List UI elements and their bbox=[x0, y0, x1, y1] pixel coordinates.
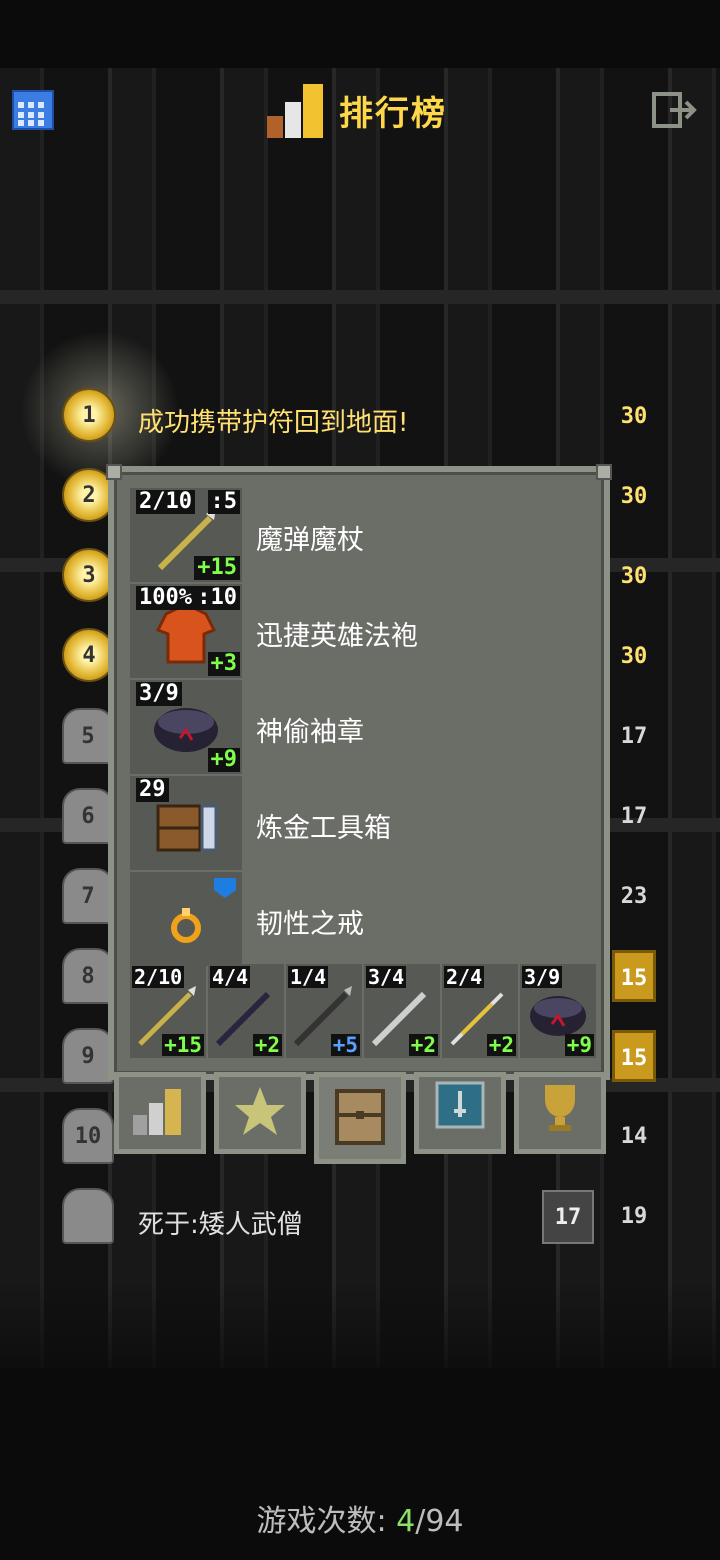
equipment-row-misc[interactable]: 29 炼金工具箱 bbox=[130, 776, 590, 870]
rank-badge-10[interactable]: 10 bbox=[62, 1108, 114, 1164]
quickslot-bonus: +2 bbox=[486, 1033, 516, 1057]
armband-icon[interactable]: 3/9 +9 bbox=[130, 680, 242, 774]
quickslot-bonus: +9 bbox=[564, 1033, 594, 1057]
equipment-row-armor[interactable]: 100% :10 +3 迅捷英雄法袍 bbox=[130, 584, 590, 678]
slot-strength: :10 bbox=[194, 586, 240, 610]
entry-description[interactable]: 成功携带护符回到地面! bbox=[138, 402, 408, 439]
calendar-icon[interactable] bbox=[12, 90, 54, 130]
trophy-tab-icon[interactable] bbox=[514, 1072, 606, 1154]
challenges-tab-icon[interactable] bbox=[414, 1072, 506, 1154]
level-label: 17 bbox=[620, 724, 648, 749]
rankings-icon bbox=[265, 82, 325, 138]
panel-corner bbox=[596, 464, 612, 480]
robe-icon[interactable]: 100% :10 +3 bbox=[130, 584, 242, 678]
quickslot-bonus: +2 bbox=[252, 1033, 282, 1057]
quickslot-armband-icon[interactable]: 3/9 +9 bbox=[520, 964, 596, 1058]
games-played-label: 游戏次数: bbox=[256, 1504, 387, 1539]
quickslot-wand-icon[interactable]: 3/4 +2 bbox=[364, 964, 440, 1058]
ring-icon[interactable] bbox=[130, 872, 242, 966]
level-label: 30 bbox=[620, 404, 648, 429]
level-label: 17 bbox=[620, 804, 648, 829]
quickslot-charges: 2/10 bbox=[132, 965, 185, 989]
panel-corner bbox=[106, 464, 122, 480]
level-label: 23 bbox=[620, 884, 648, 909]
quickslot-charges: 3/4 bbox=[366, 965, 407, 989]
slot-strength: :5 bbox=[207, 490, 240, 514]
games-played-counter: 游戏次数: 4/94 bbox=[0, 1496, 720, 1540]
quickslot-charges: 3/9 bbox=[522, 965, 563, 989]
quickslot-bar: 2/10 +15 4/4 +2 1/4 +5 3/4 +2 2/4 +2 3/9… bbox=[130, 964, 596, 1062]
games-played-current: 4 bbox=[396, 1504, 416, 1539]
quickslot-charges: 1/4 bbox=[288, 965, 329, 989]
level-label: 30 bbox=[620, 564, 648, 589]
item-name: 韧性之戒 bbox=[256, 909, 364, 940]
item-name: 炼金工具箱 bbox=[256, 813, 391, 844]
level-label: 30 bbox=[620, 484, 648, 509]
quickslot-bonus: +15 bbox=[162, 1033, 204, 1057]
badges-tab-icon[interactable] bbox=[214, 1072, 306, 1154]
quickslot-wand-icon[interactable]: 2/10 +15 bbox=[130, 964, 206, 1058]
equipment-row-ring[interactable]: 韧性之戒 bbox=[130, 872, 590, 966]
slot-bonus: +9 bbox=[207, 748, 240, 772]
exit-icon[interactable] bbox=[652, 90, 700, 130]
rank-badge-1[interactable]: 1 bbox=[62, 388, 116, 442]
rank-badge-6[interactable]: 6 bbox=[62, 788, 114, 844]
item-name: 魔弹魔杖 bbox=[256, 525, 364, 556]
level-badge: 15 bbox=[612, 1030, 656, 1082]
rank-badge-9[interactable]: 9 bbox=[62, 1028, 114, 1084]
level-label: 30 bbox=[620, 644, 648, 669]
quickslot-wand-icon[interactable]: 4/4 +2 bbox=[208, 964, 284, 1058]
depth-badge: 17 bbox=[542, 1190, 594, 1244]
header: 排行榜 bbox=[265, 80, 447, 140]
equipment-row-artifact[interactable]: 3/9 +9 神偷袖章 bbox=[130, 680, 590, 774]
level-label: 19 bbox=[620, 1204, 648, 1229]
equipment-row-weapon[interactable]: 2/10 :5 +15 魔弹魔杖 bbox=[130, 488, 590, 582]
entry-description[interactable]: 死于:矮人武僧 bbox=[138, 1204, 303, 1241]
slot-bonus: +3 bbox=[207, 652, 240, 676]
rank-badge-7[interactable]: 7 bbox=[62, 868, 114, 924]
quickslot-bonus: +5 bbox=[330, 1033, 360, 1057]
quickslot-wand-icon[interactable]: 2/4 +2 bbox=[442, 964, 518, 1058]
quickslot-wand-icon[interactable]: 1/4 +5 bbox=[286, 964, 362, 1058]
item-name: 迅捷英雄法袍 bbox=[256, 621, 418, 652]
slot-charges: 29 bbox=[136, 778, 169, 802]
slot-charges: 2/10 bbox=[136, 490, 195, 514]
slot-durability: 100% bbox=[136, 586, 195, 610]
item-name: 神偷袖章 bbox=[256, 717, 364, 748]
quickslot-charges: 4/4 bbox=[210, 965, 251, 989]
alchemy-kit-icon[interactable]: 29 bbox=[130, 776, 242, 870]
games-played-total: /94 bbox=[415, 1504, 464, 1539]
page-title: 排行榜 bbox=[339, 93, 447, 134]
panel-tabs bbox=[110, 1072, 610, 1164]
quickslot-charges: 2/4 bbox=[444, 965, 485, 989]
level-badge: 15 bbox=[612, 950, 656, 1002]
slot-bonus: +15 bbox=[194, 556, 240, 580]
stats-tab-icon[interactable] bbox=[114, 1072, 206, 1154]
rank-badge-5[interactable]: 5 bbox=[62, 708, 114, 764]
quickslot-bonus: +2 bbox=[408, 1033, 438, 1057]
slot-charges: 3/9 bbox=[136, 682, 182, 706]
items-tab-icon[interactable] bbox=[314, 1072, 406, 1164]
tombstone-icon[interactable] bbox=[62, 1188, 114, 1244]
level-label: 14 bbox=[620, 1124, 648, 1149]
rank-badge-8[interactable]: 8 bbox=[62, 948, 114, 1004]
wand-icon[interactable]: 2/10 :5 +15 bbox=[130, 488, 242, 582]
hero-items-panel: 2/10 :5 +15 魔弹魔杖 100% :10 +3 迅捷英雄法袍 3/9 … bbox=[106, 464, 612, 1080]
